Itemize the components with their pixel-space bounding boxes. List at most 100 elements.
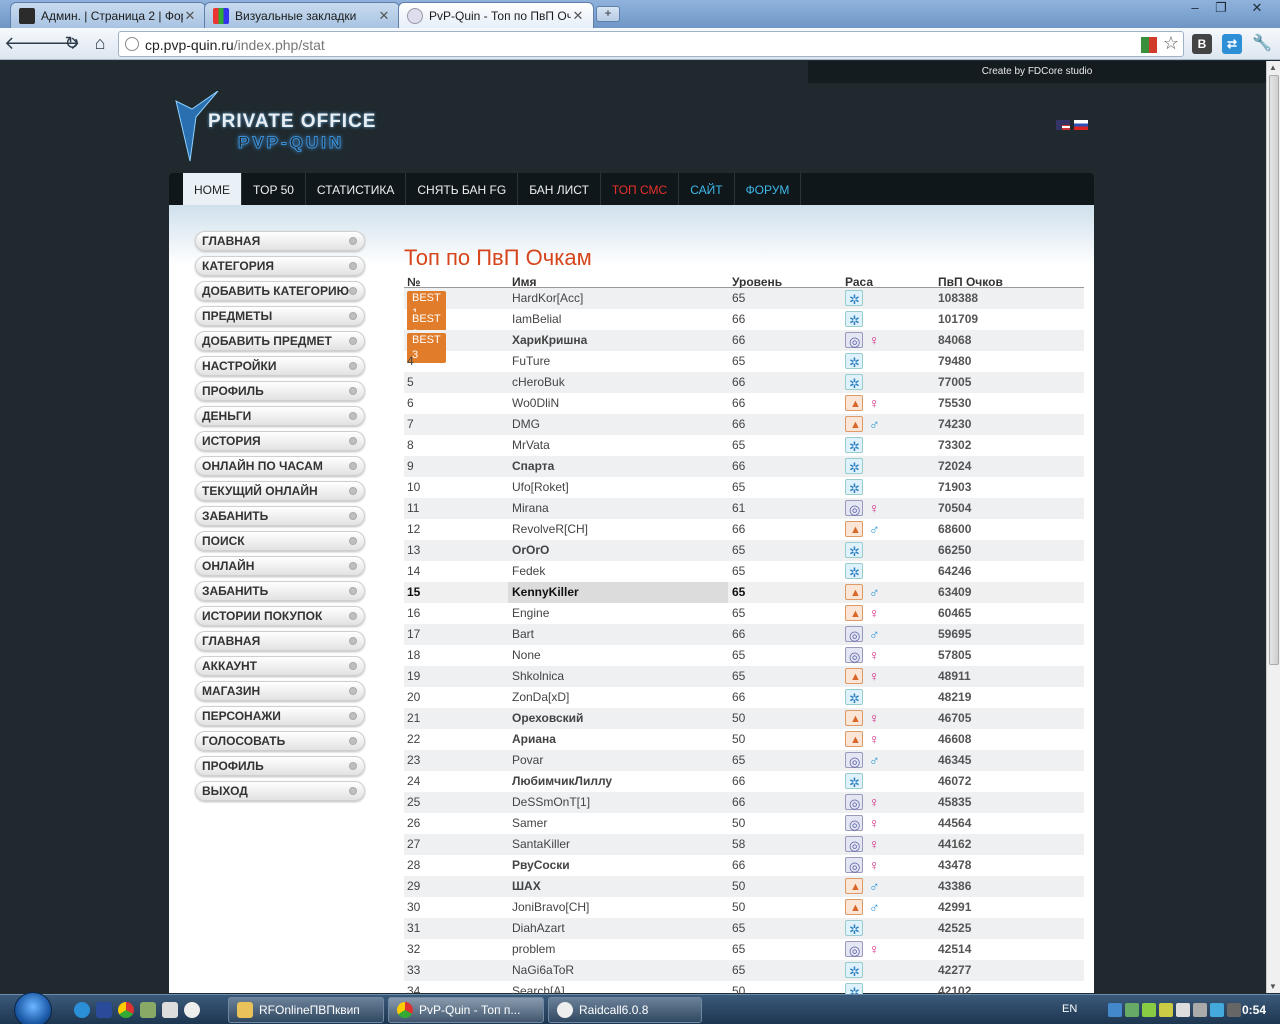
sidebar-item-6[interactable]: ПРОФИЛЬ	[195, 381, 365, 401]
sidebar-item-10[interactable]: ТЕКУЩИЙ ОНЛАЙН	[195, 481, 365, 501]
vk-extension-icon[interactable]: B	[1192, 34, 1212, 54]
sidebar-item-13[interactable]: ОНЛАЙН	[195, 556, 365, 576]
scroll-down-icon[interactable]: ▼	[1269, 982, 1277, 991]
explorer-icon[interactable]	[162, 1002, 178, 1018]
menu-item-5[interactable]: ТОП СМС	[601, 173, 680, 205]
start-button[interactable]	[14, 992, 52, 1024]
sidebar-item-22[interactable]: ВЫХОД	[195, 781, 365, 801]
page-scrollbar[interactable]: ▲ ▼	[1266, 61, 1280, 993]
chrome-icon[interactable]	[118, 1002, 134, 1018]
close-icon[interactable]: ✕	[571, 8, 585, 24]
close-icon[interactable]: ✕	[183, 8, 197, 24]
tray-app-icon[interactable]	[1227, 1003, 1241, 1017]
network-icon[interactable]	[1193, 1003, 1207, 1017]
header-pvp[interactable]: ПвП Очков	[938, 275, 1003, 289]
sidebar-item-12[interactable]: ПОИСК	[195, 531, 365, 551]
sidebar-item-14[interactable]: ЗАБАНИТЬ	[195, 581, 365, 601]
header-level[interactable]: Уровень	[732, 275, 782, 289]
close-window-icon[interactable]: ✕	[1240, 0, 1274, 18]
scrollbar-thumb[interactable]	[1269, 75, 1279, 665]
sidebar-item-17[interactable]: АККАУНТ	[195, 656, 365, 676]
menu-item-2[interactable]: СТАТИСТИКА	[306, 173, 407, 205]
sidebar-item-0[interactable]: ГЛАВНАЯ	[195, 231, 365, 251]
sidebar-item-5[interactable]: НАСТРОЙКИ	[195, 356, 365, 376]
tray-app-icon[interactable]	[1210, 1003, 1224, 1017]
header-race[interactable]: Раса	[845, 275, 873, 289]
rank-cell: 21	[407, 711, 421, 725]
table-row: 15 KennyKiller 65 ♂ 63409	[404, 582, 1084, 604]
tab-title: PvP-Quin - Топ по ПвП Очкам	[429, 8, 571, 23]
sidebar-item-11[interactable]: ЗАБАНИТЬ	[195, 506, 365, 526]
volume-icon[interactable]	[1176, 1003, 1190, 1017]
menu-item-6[interactable]: САЙТ	[679, 173, 735, 205]
menu-item-7[interactable]: ФОРУМ	[735, 173, 802, 205]
pvp-cell: 108388	[938, 291, 979, 305]
forward-icon[interactable]: 🡒	[32, 32, 80, 56]
menu-item-4[interactable]: БАН ЛИСТ	[518, 173, 601, 205]
table-row: 24 ЛюбимчикЛиллу 66 46072	[404, 771, 1084, 793]
language-indicator[interactable]: EN	[1062, 1003, 1077, 1015]
ie-icon[interactable]	[74, 1002, 90, 1018]
translate-extension-icon[interactable]: ⇄	[1222, 34, 1242, 54]
sidebar-item-18[interactable]: МАГАЗИН	[195, 681, 365, 701]
sidebar-item-7[interactable]: ДЕНЬГИ	[195, 406, 365, 426]
level-cell: 65	[732, 480, 746, 494]
minimize-icon[interactable]: –	[1182, 0, 1208, 18]
page-info-icon[interactable]	[125, 37, 139, 51]
back-icon[interactable]: 🡐	[4, 32, 52, 56]
menu-item-3[interactable]: СНЯТЬ БАН FG	[406, 173, 519, 205]
sidebar-item-21[interactable]: ПРОФИЛЬ	[195, 756, 365, 776]
new-tab-button[interactable]: +	[596, 6, 620, 22]
site-logo[interactable]: PRIVATE OFFICE PVP-QUIN	[170, 91, 430, 171]
header-rank[interactable]: №	[407, 275, 420, 289]
task-rfonline[interactable]: RFOnlineПВПквип	[228, 997, 384, 1023]
wrench-menu-icon[interactable]: 🔧	[1252, 34, 1272, 54]
sidebar-item-1[interactable]: КАТЕГОРИЯ	[195, 256, 365, 276]
sidebar-item-9[interactable]: ОНЛАЙН ПО ЧАСАМ	[195, 456, 365, 476]
tab-2[interactable]: PvP-Quin - Топ по ПвП Очкам ✕	[398, 2, 594, 28]
tab-1[interactable]: Визуальные закладки ✕	[204, 2, 400, 28]
pvp-cell: 45835	[938, 795, 972, 809]
extension-icon[interactable]	[1141, 37, 1157, 53]
raidcall-quick-icon[interactable]	[184, 1002, 200, 1018]
name-cell: cHeroBuk	[512, 375, 565, 389]
clock[interactable]: 0:54	[1242, 1003, 1266, 1017]
app-icon[interactable]	[140, 1002, 156, 1018]
sidebar-item-3[interactable]: ПРЕДМЕТЫ	[195, 306, 365, 326]
bookmark-star-icon[interactable]: ☆	[1163, 33, 1179, 54]
pvp-cell: 46345	[938, 753, 972, 767]
pvp-quin-favicon-icon	[407, 7, 423, 24]
scroll-up-icon[interactable]: ▲	[1269, 63, 1277, 72]
menu-item-0[interactable]: HOME	[183, 173, 242, 205]
name-cell: None	[512, 648, 541, 662]
name-cell: RevolveR[CH]	[512, 522, 589, 536]
address-bar[interactable]: cp.pvp-quin.ru/index.php/stat ☆	[118, 31, 1184, 57]
sidebar-item-16[interactable]: ГЛАВНАЯ	[195, 631, 365, 651]
english-flag-icon[interactable]	[1056, 120, 1070, 130]
task-raidcall[interactable]: Raidcall6.0.8	[548, 997, 702, 1023]
menu-item-1[interactable]: TOP 50	[242, 173, 306, 205]
media-icon[interactable]	[96, 1002, 112, 1018]
sidebar-item-8[interactable]: ИСТОРИЯ	[195, 431, 365, 451]
russian-flag-icon[interactable]	[1074, 120, 1088, 130]
restore-icon[interactable]: ❐	[1208, 0, 1234, 18]
tray-app-icon[interactable]	[1159, 1003, 1173, 1017]
bullet-icon	[349, 312, 357, 320]
header-name[interactable]: Имя	[512, 275, 537, 289]
name-cell: FuTure	[512, 354, 551, 368]
sidebar-item-20[interactable]: ГОЛОСОВАТЬ	[195, 731, 365, 751]
tab-0[interactable]: Админ. | Страница 2 | Форум ✕	[10, 2, 206, 28]
sidebar-item-15[interactable]: ИСТОРИИ ПОКУПОК	[195, 606, 365, 626]
tray-app-icon[interactable]	[1125, 1003, 1139, 1017]
sidebar-item-2[interactable]: ДОБАВИТЬ КАТЕГОРИЮ	[195, 281, 365, 301]
home-icon[interactable]: ⌂	[88, 32, 112, 56]
sidebar-item-19[interactable]: ПЕРСОНАЖИ	[195, 706, 365, 726]
tray-app-icon[interactable]	[1142, 1003, 1156, 1017]
tray-app-icon[interactable]	[1108, 1003, 1122, 1017]
table-row: BEST 1HardKor[Acc]65108388	[404, 288, 1084, 321]
task-chrome[interactable]: PvP-Quin - Топ п...	[388, 997, 544, 1023]
table-row: 19 Shkolnica 65 ♀ 48911	[404, 666, 1084, 688]
reload-icon[interactable]: ↻	[60, 32, 84, 56]
sidebar-item-4[interactable]: ДОБАВИТЬ ПРЕДМЕТ	[195, 331, 365, 351]
close-icon[interactable]: ✕	[377, 8, 391, 24]
